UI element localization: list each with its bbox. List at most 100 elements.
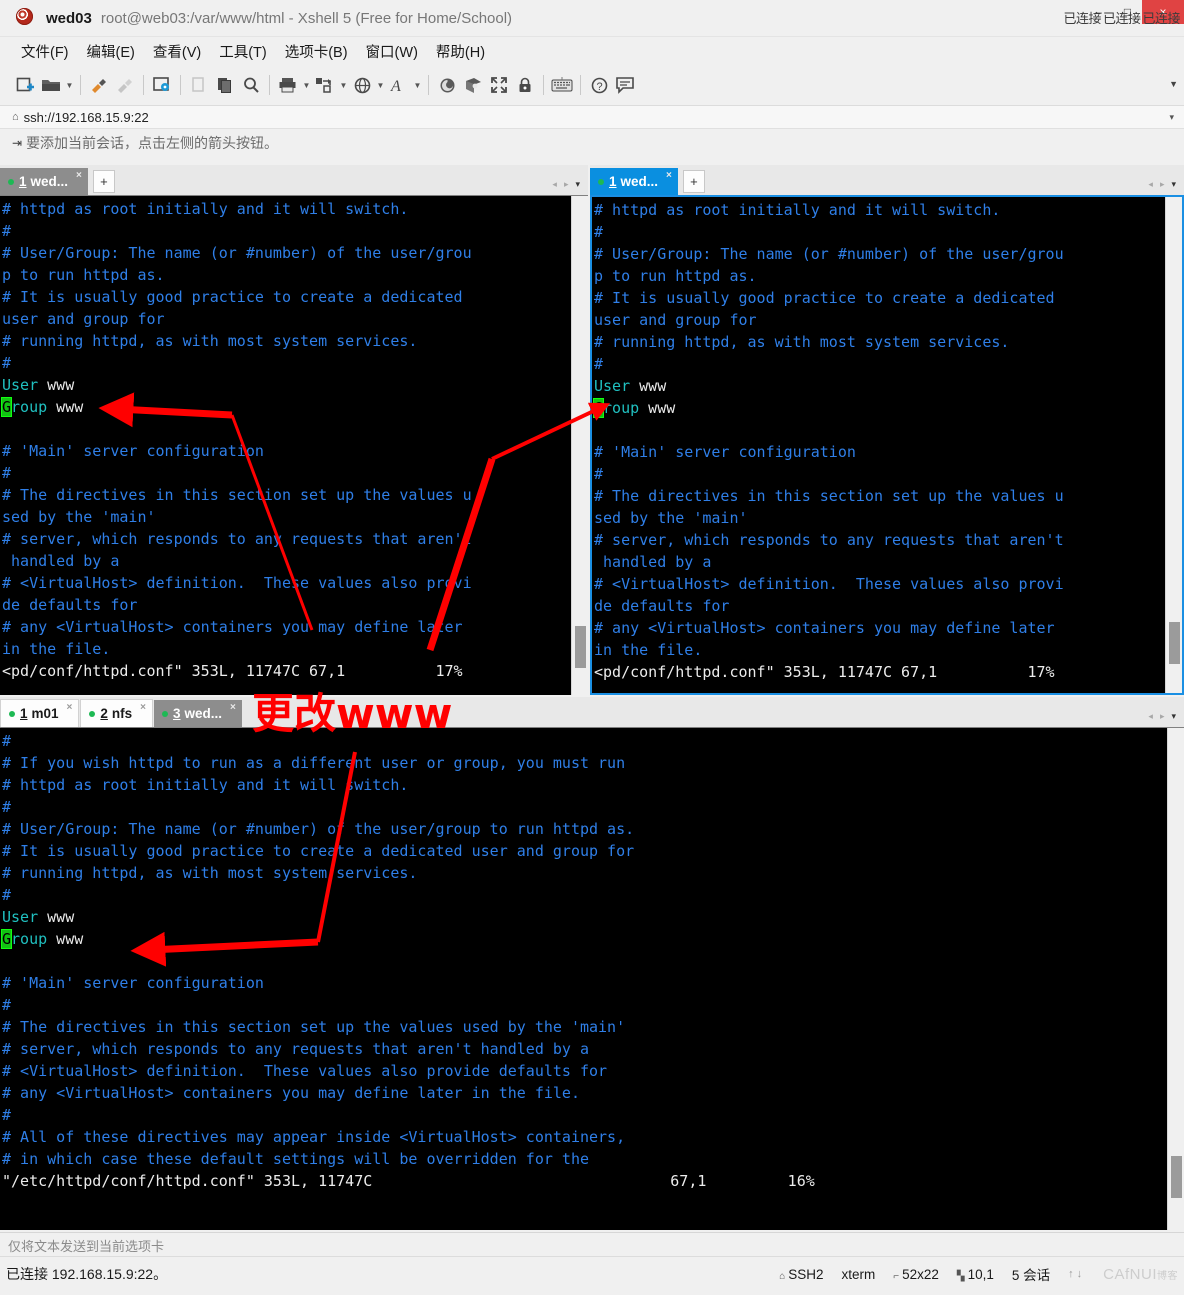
find-icon[interactable] [238, 72, 264, 98]
close-icon[interactable]: × [230, 702, 236, 713]
terminal-line: handled by a [2, 552, 120, 570]
terminal-line: # [2, 732, 12, 750]
status-term-size: ⌐ 52x22 [893, 1266, 939, 1282]
add-tab-button[interactable]: + [682, 170, 705, 193]
close-icon[interactable]: × [666, 170, 672, 181]
scrollbar-thumb[interactable] [1171, 1156, 1182, 1198]
menu-window[interactable]: 窗口(W) [359, 38, 425, 65]
terminal-line: # [2, 354, 12, 372]
terminal-line: # [594, 223, 604, 241]
connect-icon[interactable] [86, 72, 112, 98]
tab-number: 1 [609, 174, 617, 189]
terminal-top-left[interactable]: # httpd as root initially and it will sw… [0, 195, 588, 695]
send-text-label: 仅将文本发送到当前选项卡 [8, 1238, 165, 1254]
tab-next-icon[interactable]: ▸ [1160, 711, 1165, 722]
tab-nav-top-left[interactable]: ◂ ▸ ▾ [552, 179, 580, 190]
tab-top-left-1[interactable]: 1 wed... × [0, 168, 88, 195]
window-title-path: root@web03:/var/www/html - Xshell 5 (Fre… [100, 9, 513, 27]
scrollbar-thumb[interactable] [575, 626, 586, 668]
tab-next-icon[interactable]: ▸ [1160, 179, 1165, 190]
xshell-icon[interactable] [434, 72, 460, 98]
tab-list-icon[interactable]: ▾ [1171, 179, 1176, 190]
file-transfer-caret-icon[interactable]: ▼ [338, 72, 349, 98]
font-icon[interactable]: A [386, 72, 412, 98]
menu-edit[interactable]: 编辑(E) [80, 38, 142, 65]
pane-bottom: 1 m01 × 2 nfs × 3 wed... × ◂ ▸ ▾ # # If … [0, 697, 1184, 1230]
lock-icon[interactable] [512, 72, 538, 98]
toolbar-separator [580, 75, 581, 95]
tab-bottom-3[interactable]: 3 wed... × [154, 700, 242, 727]
tab-prev-icon[interactable]: ◂ [1148, 711, 1153, 722]
close-icon[interactable]: × [140, 702, 146, 713]
web-globe-caret-icon[interactable]: ▼ [375, 72, 386, 98]
toolbar-separator [428, 75, 429, 95]
close-button[interactable]: × [1142, 0, 1184, 24]
tab-next-icon[interactable]: ▸ [564, 179, 569, 190]
close-icon[interactable]: × [67, 702, 73, 713]
tab-nav-top-right[interactable]: ◂ ▸ ▾ [1148, 179, 1176, 190]
terminal-line: # httpd as root initially and it will sw… [2, 200, 409, 218]
file-transfer-icon[interactable] [312, 72, 338, 98]
scrollbar-bottom[interactable] [1167, 728, 1184, 1230]
keyboard-icon[interactable] [549, 72, 575, 98]
terminal-top-right[interactable]: # httpd as root initially and it will sw… [590, 195, 1184, 695]
terminal-line: # any <VirtualHost> containers you may d… [2, 618, 463, 636]
tab-list-icon[interactable]: ▾ [575, 179, 580, 190]
watermark: CAfNUI博客 [1103, 1265, 1178, 1283]
web-globe-icon[interactable] [349, 72, 375, 98]
scrollbar-top-right[interactable] [1165, 197, 1182, 693]
scrollbar-thumb[interactable] [1169, 622, 1180, 664]
maximize-button[interactable]: □ [1113, 0, 1142, 24]
tab-nav-bottom[interactable]: ◂ ▸ ▾ [1148, 711, 1176, 722]
status-term-type: xterm [841, 1266, 876, 1282]
xftp-icon[interactable] [460, 72, 486, 98]
add-session-notice: ⇥ 要添加当前会话，点击左侧的箭头按钮。 [0, 129, 1184, 157]
terminal-line: # The directives in this section set up … [2, 486, 472, 504]
terminal-line: # httpd as root initially and it will sw… [594, 201, 1001, 219]
menu-help[interactable]: 帮助(H) [429, 38, 492, 65]
address-input[interactable]: ssh://192.168.15.9:22 [24, 110, 149, 125]
terminal-line: # any <VirtualHost> containers you may d… [594, 619, 1055, 637]
open-folder-icon[interactable] [38, 72, 64, 98]
tab-top-right-1[interactable]: 1 wed... × [590, 168, 678, 195]
terminal-line: sed by the 'main' [594, 509, 748, 527]
open-folder-caret-icon[interactable]: ▼ [64, 72, 75, 98]
fullscreen-icon[interactable] [486, 72, 512, 98]
tab-prev-icon[interactable]: ◂ [552, 179, 557, 190]
tab-bottom-1[interactable]: 1 m01 × [0, 699, 80, 727]
font-caret-icon[interactable]: ▼ [412, 72, 423, 98]
terminal-bottom[interactable]: # # If you wish httpd to run as a differe… [0, 727, 1184, 1230]
window-controls[interactable]: – □ × [1084, 0, 1184, 28]
toolbar-overflow-icon[interactable]: ▼ [1169, 79, 1178, 89]
toolbar-separator [180, 75, 181, 95]
terminal-line: p to run httpd as. [2, 266, 165, 284]
print-icon[interactable] [275, 72, 301, 98]
address-bar[interactable]: ⌂ ssh://192.168.15.9:22 ▾ [0, 106, 1184, 129]
tab-bottom-2[interactable]: 2 nfs × [80, 699, 153, 727]
close-icon[interactable]: × [76, 170, 82, 181]
terminal-line: # It is usually good practice to create … [2, 842, 635, 860]
menu-view[interactable]: 查看(V) [146, 38, 208, 65]
menu-tabs[interactable]: 选项卡(B) [278, 38, 355, 65]
new-session-icon[interactable] [12, 72, 38, 98]
scrollbar-top-left[interactable] [571, 196, 588, 695]
session-connected-dot [162, 710, 168, 717]
comment-icon[interactable] [612, 72, 638, 98]
disconnect-icon [112, 72, 138, 98]
paste-icon[interactable] [212, 72, 238, 98]
tab-prev-icon[interactable]: ◂ [1148, 179, 1153, 190]
address-caret-icon[interactable]: ▾ [1169, 112, 1174, 123]
terminal-line: # [2, 996, 12, 1014]
add-tab-button[interactable]: + [92, 170, 115, 193]
help-icon[interactable]: ? [586, 72, 612, 98]
tab-number: 1 [19, 174, 27, 189]
svg-text:?: ? [596, 81, 602, 93]
menu-tools[interactable]: 工具(T) [212, 38, 274, 65]
terminal-line: # <VirtualHost> definition. These values… [2, 1062, 608, 1080]
session-properties-icon[interactable] [149, 72, 175, 98]
minimize-button[interactable]: – [1084, 0, 1113, 24]
menu-file[interactable]: 文件(F) [14, 38, 76, 65]
tab-list-icon[interactable]: ▾ [1171, 711, 1176, 722]
print-caret-icon[interactable]: ▼ [301, 72, 312, 98]
